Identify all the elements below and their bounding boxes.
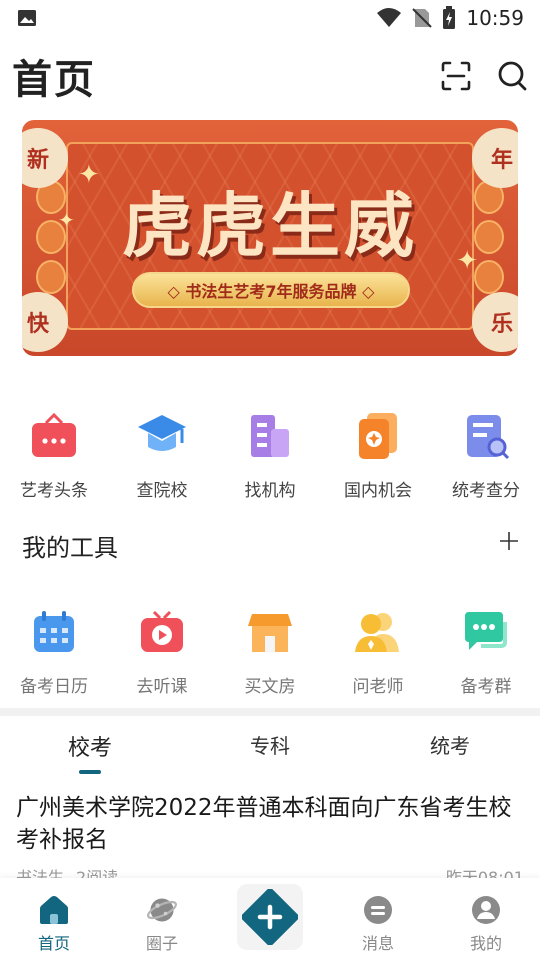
quick-link-institutions[interactable]: 找机构	[216, 408, 324, 501]
status-bar: 10:59	[0, 0, 540, 36]
image-notification-icon	[18, 10, 36, 26]
nav-label: 首页	[37, 934, 70, 953]
teacher-icon	[350, 604, 406, 660]
tab-junior-college[interactable]: 专科	[180, 722, 360, 772]
status-time: 10:59	[466, 6, 524, 30]
battery-charging-icon	[443, 6, 456, 29]
tools-grid: 备考日历 去听课 买文房 问老师 备考群	[0, 604, 540, 697]
publish-button[interactable]	[237, 884, 303, 950]
tool-label: 备考日历	[20, 677, 88, 697]
tool-label: 去听课	[136, 677, 188, 697]
nav-messages[interactable]: 消息	[324, 878, 432, 960]
tool-attend-class[interactable]: 去听课	[108, 604, 216, 697]
building-icon	[242, 408, 298, 464]
tab-school-exam[interactable]: 校考	[0, 722, 180, 774]
header: 首页	[12, 46, 528, 106]
tool-ask-teacher[interactable]: 问老师	[324, 604, 432, 697]
section-divider	[0, 708, 540, 716]
search-icon[interactable]	[498, 60, 528, 92]
no-sim-icon	[412, 8, 433, 28]
tab-unified-exam[interactable]: 统考	[360, 722, 540, 772]
banner-corner-char: 快	[22, 292, 68, 352]
profile-icon	[472, 896, 500, 924]
quick-link-label: 国内机会	[344, 481, 412, 501]
shop-icon	[242, 604, 298, 660]
page-title: 首页	[12, 57, 96, 103]
tool-exam-calendar[interactable]: 备考日历	[0, 604, 108, 697]
banner-title: 虎虎生威	[122, 184, 418, 267]
quick-link-art-news[interactable]: 艺考头条	[0, 408, 108, 501]
nav-label: 圈子	[145, 934, 178, 953]
tool-label: 问老师	[352, 677, 404, 697]
home-icon	[40, 896, 68, 924]
nav-label: 消息	[361, 934, 394, 953]
video-play-icon	[134, 604, 190, 660]
graduation-cap-icon	[134, 408, 190, 464]
quick-link-label: 查院校	[136, 481, 188, 501]
quick-link-schools[interactable]: 查院校	[108, 408, 216, 501]
nav-profile[interactable]: 我的	[432, 878, 540, 960]
nav-label: 我的	[469, 934, 502, 953]
opportunity-card-icon	[350, 408, 406, 464]
category-tabs: 校考 专科 统考	[0, 722, 540, 774]
add-tool-icon[interactable]	[498, 530, 520, 552]
scan-icon[interactable]	[440, 60, 472, 92]
article-item[interactable]: 广州美术学院2022年普通本科面向广东省考生校考补报名 书法生 2阅读 昨天08…	[16, 792, 524, 888]
bottom-nav: 首页 圈子 消息 我的	[0, 878, 540, 960]
tool-label: 买文房	[244, 677, 296, 697]
tools-section-title: 我的工具	[22, 534, 118, 562]
quick-link-opportunities[interactable]: 国内机会	[324, 408, 432, 501]
banner-corner-char: 乐	[472, 292, 518, 352]
tool-buy-stationery[interactable]: 买文房	[216, 604, 324, 697]
nav-circle[interactable]: 圈子	[108, 878, 216, 960]
message-icon	[364, 896, 392, 924]
tool-exam-group[interactable]: 备考群	[432, 604, 540, 697]
promo-banner[interactable]: 新 年 快 乐 ✦ ✦ ✦ 虎虎生威 ◇ 书法生艺考7年服务品牌 ◇	[22, 120, 518, 356]
publish-plus-icon	[242, 889, 298, 945]
quick-link-label: 找机构	[244, 481, 296, 501]
wifi-icon	[377, 8, 402, 27]
nav-home[interactable]: 首页	[0, 878, 108, 960]
quick-links-grid: 艺考头条 查院校 找机构 国内机会 统考查分	[0, 408, 540, 501]
tool-label: 备考群	[460, 677, 512, 697]
quick-link-label: 艺考头条	[20, 481, 88, 501]
banner-subtitle: ◇ 书法生艺考7年服务品牌 ◇	[132, 272, 410, 308]
quick-link-score-check[interactable]: 统考查分	[432, 408, 540, 501]
quick-link-label: 统考查分	[452, 481, 520, 501]
news-basket-icon	[26, 408, 82, 464]
planet-icon	[147, 898, 177, 922]
group-chat-icon	[458, 604, 514, 660]
nav-publish[interactable]	[216, 878, 324, 960]
article-title: 广州美术学院2022年普通本科面向广东省考生校考补报名	[16, 795, 512, 853]
score-search-icon	[458, 408, 514, 464]
calendar-icon	[26, 604, 82, 660]
